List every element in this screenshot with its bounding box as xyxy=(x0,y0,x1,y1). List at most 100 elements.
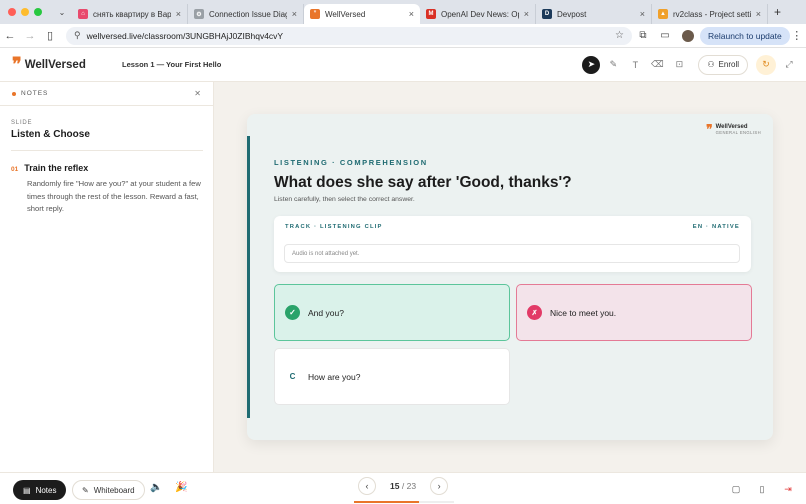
browser-tab[interactable]: M OpenAI Dev News: OpenAI × xyxy=(420,4,536,24)
slide-name: Listen & Choose xyxy=(11,129,203,151)
gmail-icon: M xyxy=(426,9,436,19)
slide-label: SLIDE xyxy=(11,120,33,126)
close-tab-icon[interactable]: × xyxy=(292,9,297,19)
browser-tab[interactable]: ⌂ снять квартиру в Варшаве × xyxy=(72,4,188,24)
listening-track: TRACK · LISTENING CLIP EN · NATIVE Audio… xyxy=(274,216,751,272)
eraser-tool-icon[interactable]: ⌫ xyxy=(648,56,666,74)
tab-title: OpenAI Dev News: OpenAI xyxy=(441,9,519,19)
option-text: And you? xyxy=(308,307,344,318)
page-counter: 15 / 23 xyxy=(390,481,416,491)
quote-logo-icon: ❞ xyxy=(12,53,22,75)
document-icon[interactable]: ▯ xyxy=(754,481,770,497)
browser-tab[interactable]: D Devpost × xyxy=(536,4,652,24)
pointer-tool-icon[interactable]: ➤ xyxy=(582,55,601,74)
back-arrow-icon[interactable]: ← xyxy=(0,30,20,42)
note-step: 01 Train the reflex xyxy=(11,163,213,173)
whiteboard-button[interactable]: ✎ Whiteboard xyxy=(72,480,145,500)
tab-title: снять квартиру в Варшаве xyxy=(93,9,171,19)
bookmark-star-icon[interactable]: ☆ xyxy=(615,30,624,41)
close-tab-icon[interactable]: × xyxy=(640,9,645,19)
check-icon: ✓ xyxy=(285,305,300,320)
tab-title: Devpost xyxy=(557,9,587,19)
question-title: What does she say after 'Good, thanks'? xyxy=(274,174,572,191)
site-info-icon[interactable]: ⚲ xyxy=(74,30,81,41)
speaker-icon[interactable]: 🔈 xyxy=(150,482,162,493)
maximize-window-button[interactable] xyxy=(34,8,42,16)
split-view-icon[interactable]: ▭ xyxy=(654,30,676,41)
brand-logo[interactable]: ❞ WellVersed xyxy=(0,53,104,75)
option-text: How are you? xyxy=(308,371,361,382)
address-bar-row: ← → ▯ ⚲ wellversed.live/classroom/3UNGBH… xyxy=(0,24,806,48)
lesson-title: Lesson 1 — Your First Hello xyxy=(122,60,222,69)
answer-option-correct[interactable]: ✓ And you? xyxy=(274,284,510,341)
user-plus-icon: ⚇ xyxy=(707,60,715,69)
track-label: TRACK · LISTENING CLIP xyxy=(285,224,383,230)
gear-icon: ⚙ xyxy=(194,9,204,19)
notes-dot-icon xyxy=(12,91,16,96)
browser-tab[interactable]: ▲ rv2class - Project settings × xyxy=(652,4,768,24)
option-letter: C xyxy=(289,372,296,381)
sidebar-toggle-icon[interactable]: ▯ xyxy=(40,29,60,42)
brand-name: WellVersed xyxy=(24,58,86,71)
new-tab-icon[interactable]: + xyxy=(768,5,781,19)
notes-toggle-button[interactable]: ▤ Notes xyxy=(13,480,67,500)
page-separator: / xyxy=(401,481,405,491)
minimize-window-button[interactable] xyxy=(21,8,29,16)
slide-eyebrow: LISTENING · COMPREHENSION xyxy=(274,158,428,167)
browser-tab-strip: ⌄ ⌂ снять квартиру в Варшаве × ⚙ Connect… xyxy=(0,0,806,24)
text-tool-icon[interactable]: T xyxy=(626,56,644,74)
slide-brand-sub: GENERAL ENGLISH xyxy=(715,129,761,135)
url-text: wellversed.live/classroom/3UNGBHAjJ0ZIBh… xyxy=(86,30,284,41)
close-notes-icon[interactable]: ✕ xyxy=(194,89,201,98)
relaunch-button[interactable]: Relaunch to update xyxy=(700,26,790,45)
whiteboard-icon: ✎ xyxy=(82,485,89,495)
option-text: Nice to meet you. xyxy=(550,307,617,318)
exit-icon[interactable]: ⇥ xyxy=(780,481,796,497)
browser-menu-icon[interactable]: ⋮ xyxy=(790,29,804,42)
close-tab-icon[interactable]: × xyxy=(524,9,529,19)
bottom-bar: ▤ Notes ✎ Whiteboard 🔈 🎉 ‹ 15 / 23 › ▢ ▯… xyxy=(0,472,806,504)
lock-icon[interactable]: ⊡ xyxy=(670,56,688,74)
previous-slide-button[interactable]: ‹ xyxy=(358,477,376,495)
close-tab-icon[interactable]: × xyxy=(176,9,181,19)
close-window-button[interactable] xyxy=(8,8,16,16)
notes-panel: NOTES ✕ SLIDE Listen & Choose 01 Train t… xyxy=(0,82,214,472)
pen-tool-icon[interactable]: ✎ xyxy=(604,56,622,74)
browser-tab[interactable]: ⚙ Connection Issue Diagnosis × xyxy=(188,4,304,24)
url-field[interactable]: ⚲ wellversed.live/classroom/3UNGBHAjJ0ZI… xyxy=(66,26,632,45)
chat-icon[interactable]: ▢ xyxy=(728,481,744,497)
devpost-icon: D xyxy=(542,9,552,19)
timer-icon[interactable]: ↻ xyxy=(756,54,776,75)
quote-icon: ” xyxy=(310,9,320,19)
firebase-icon: ▲ xyxy=(658,9,668,19)
forward-arrow-icon[interactable]: → xyxy=(20,30,40,42)
browser-tab-active[interactable]: ” WellVersed × xyxy=(304,4,420,24)
instruction-text: Listen carefully, then select the correc… xyxy=(274,196,415,203)
step-body: Randomly fire "How are you?" at your stu… xyxy=(27,179,201,213)
tab-list-chevron-icon[interactable]: ⌄ xyxy=(56,8,68,17)
pagination: ‹ 15 / 23 › xyxy=(358,477,449,495)
extensions-icon[interactable]: ⧉ xyxy=(632,30,654,41)
close-tab-icon[interactable]: × xyxy=(756,9,761,19)
notes-header: NOTES ✕ xyxy=(0,82,213,106)
close-tab-icon[interactable]: × xyxy=(409,9,414,19)
fullscreen-icon[interactable]: ⤢ xyxy=(780,56,798,74)
cross-icon: ✗ xyxy=(527,305,542,320)
notes-header-label: NOTES xyxy=(21,90,49,97)
tab-title: Connection Issue Diagnosis xyxy=(209,9,287,19)
audio-player[interactable]: Audio is not attached yet. xyxy=(284,244,740,263)
slide-progress-bar xyxy=(354,501,454,503)
total-pages: 23 xyxy=(406,481,417,491)
tab-title: WellVersed xyxy=(325,9,366,19)
enroll-button[interactable]: ⚇ Enroll xyxy=(698,54,748,75)
enroll-label: Enroll xyxy=(718,60,739,69)
notes-button-label: Notes xyxy=(35,485,57,495)
next-slide-button[interactable]: › xyxy=(430,477,449,495)
answer-option[interactable]: C How are you? xyxy=(274,348,510,405)
party-popper-icon[interactable]: 🎉 xyxy=(175,482,187,493)
slide-brand: ❞ WellVersed GENERAL ENGLISH xyxy=(706,123,761,135)
profile-avatar[interactable] xyxy=(682,29,694,42)
answer-option-incorrect[interactable]: ✗ Nice to meet you. xyxy=(516,284,752,341)
slide-progress-fill xyxy=(354,501,419,503)
accent-bar xyxy=(247,136,250,418)
